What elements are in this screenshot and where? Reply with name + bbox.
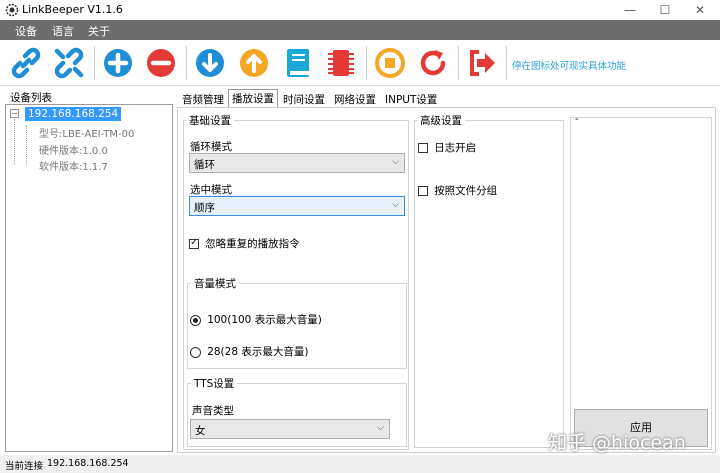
ignore-repeat-label: 忽略重复的播放指令 bbox=[205, 238, 300, 250]
minimize-button[interactable]: — bbox=[613, 0, 647, 20]
chevron-down-icon: ⌵ bbox=[392, 157, 399, 167]
upload-icon[interactable] bbox=[236, 45, 272, 81]
status-connection: 192.168.168.254 bbox=[47, 458, 129, 469]
right-panel bbox=[570, 117, 712, 450]
collapse-icon[interactable]: − bbox=[10, 109, 19, 118]
menu-language[interactable]: 语言 bbox=[52, 23, 74, 39]
checkbox-unchecked-icon[interactable] bbox=[418, 143, 428, 153]
voice-type-value: 女 bbox=[195, 425, 206, 437]
status-label: 当前连接 bbox=[5, 461, 44, 472]
voice-type-select[interactable]: 女 ⌵ bbox=[190, 419, 390, 439]
menu-bar: 设备 语言 关于 bbox=[0, 20, 720, 40]
download-icon[interactable] bbox=[192, 45, 228, 81]
maximize-button[interactable]: ☐ bbox=[648, 0, 682, 20]
voice-type-label: 声音类型 bbox=[192, 405, 234, 417]
close-button[interactable]: ✕ bbox=[683, 0, 717, 20]
select-mode-value: 顺序 bbox=[194, 202, 215, 214]
tree-node-sw-version[interactable]: 软件版本:1.1.7 bbox=[39, 158, 108, 173]
device-list-label: 设备列表 bbox=[10, 92, 52, 104]
unlink-icon[interactable] bbox=[51, 45, 87, 81]
volume-option-28[interactable]: 28(28 表示最大音量) bbox=[190, 344, 308, 359]
advanced-settings-group bbox=[414, 120, 564, 448]
basic-settings-title: 基础设置 bbox=[186, 113, 234, 128]
toolbar-separator bbox=[94, 46, 95, 80]
loop-mode-select[interactable]: 循环 ⌵ bbox=[189, 153, 405, 173]
log-enable-checkbox[interactable]: 日志开启 bbox=[418, 140, 476, 155]
toolbar-hint: 停在图标处可现实具体功能 bbox=[512, 61, 627, 72]
tab-input[interactable]: INPUT设置 bbox=[382, 91, 440, 107]
stop-icon[interactable] bbox=[372, 45, 408, 81]
radio-unselected-icon[interactable] bbox=[190, 346, 201, 358]
menu-device[interactable]: 设备 bbox=[15, 23, 37, 39]
checkbox-checked-icon[interactable] bbox=[189, 237, 199, 249]
ignore-repeat-checkbox[interactable]: 忽略重复的播放指令 bbox=[189, 236, 300, 251]
device-tree[interactable]: − 192.168.168.254 型号:LBE-AEI-TM-00 硬件版本:… bbox=[5, 104, 173, 452]
exit-icon[interactable] bbox=[464, 45, 500, 81]
tree-node-hw-version[interactable]: 硬件版本:1.0.0 bbox=[39, 142, 108, 157]
chevron-down-icon: ⌵ bbox=[377, 423, 384, 433]
tts-settings-title: TTS设置 bbox=[191, 376, 238, 391]
log-enable-label: 日志开启 bbox=[434, 142, 477, 154]
app-logo-icon bbox=[5, 3, 19, 17]
remove-icon[interactable] bbox=[143, 45, 179, 81]
chip-icon[interactable] bbox=[323, 45, 359, 81]
menu-about[interactable]: 关于 bbox=[88, 23, 110, 39]
toolbar-separator bbox=[506, 46, 507, 80]
volume-option-28-label: 28(28 表示最大音量) bbox=[207, 346, 309, 358]
link-icon[interactable] bbox=[8, 45, 44, 81]
advanced-settings-title: 高级设置 bbox=[417, 113, 465, 128]
tab-time[interactable]: 时间设置 bbox=[280, 91, 328, 107]
tab-playback[interactable]: 播放设置 bbox=[228, 89, 278, 107]
checkbox-unchecked-icon[interactable] bbox=[418, 186, 428, 196]
tree-line bbox=[14, 119, 15, 165]
loop-mode-label: 循环模式 bbox=[190, 141, 232, 153]
radio-selected-icon[interactable] bbox=[190, 314, 201, 326]
tree-node-model[interactable]: 型号:LBE-AEI-TM-00 bbox=[39, 125, 134, 140]
group-by-file-checkbox[interactable]: 按照文件分组 bbox=[418, 183, 497, 198]
title-bar: LinkBeeper V1.1.6 — ☐ ✕ bbox=[0, 0, 720, 20]
window-title: LinkBeeper V1.1.6 bbox=[22, 3, 123, 16]
volume-option-100[interactable]: 100(100 表示最大音量) bbox=[190, 312, 322, 327]
toolbar-separator bbox=[186, 46, 187, 80]
chevron-down-icon: ⌵ bbox=[392, 200, 399, 210]
tree-line bbox=[26, 125, 36, 165]
watermark: 知乎 @hiocean bbox=[548, 432, 686, 454]
refresh-icon[interactable] bbox=[415, 45, 451, 81]
select-mode-select[interactable]: 顺序 ⌵ bbox=[189, 196, 405, 216]
toolbar-separator bbox=[366, 46, 367, 80]
volume-option-100-label: 100(100 表示最大音量) bbox=[207, 314, 322, 326]
loop-mode-value: 循环 bbox=[194, 159, 215, 171]
right-panel-dash: - bbox=[575, 114, 579, 125]
volume-mode-title: 音量模式 bbox=[191, 276, 239, 291]
group-by-file-label: 按照文件分组 bbox=[434, 185, 498, 197]
tab-audio[interactable]: 音频管理 bbox=[179, 91, 227, 107]
tree-node-device[interactable]: 192.168.168.254 bbox=[25, 107, 122, 121]
book-icon[interactable] bbox=[280, 45, 316, 81]
toolbar-separator bbox=[458, 46, 459, 80]
tab-network[interactable]: 网络设置 bbox=[331, 91, 379, 107]
select-mode-label: 选中模式 bbox=[190, 184, 232, 196]
add-icon[interactable] bbox=[100, 45, 136, 81]
status-bar: 当前连接 192.168.168.254 bbox=[0, 455, 720, 473]
